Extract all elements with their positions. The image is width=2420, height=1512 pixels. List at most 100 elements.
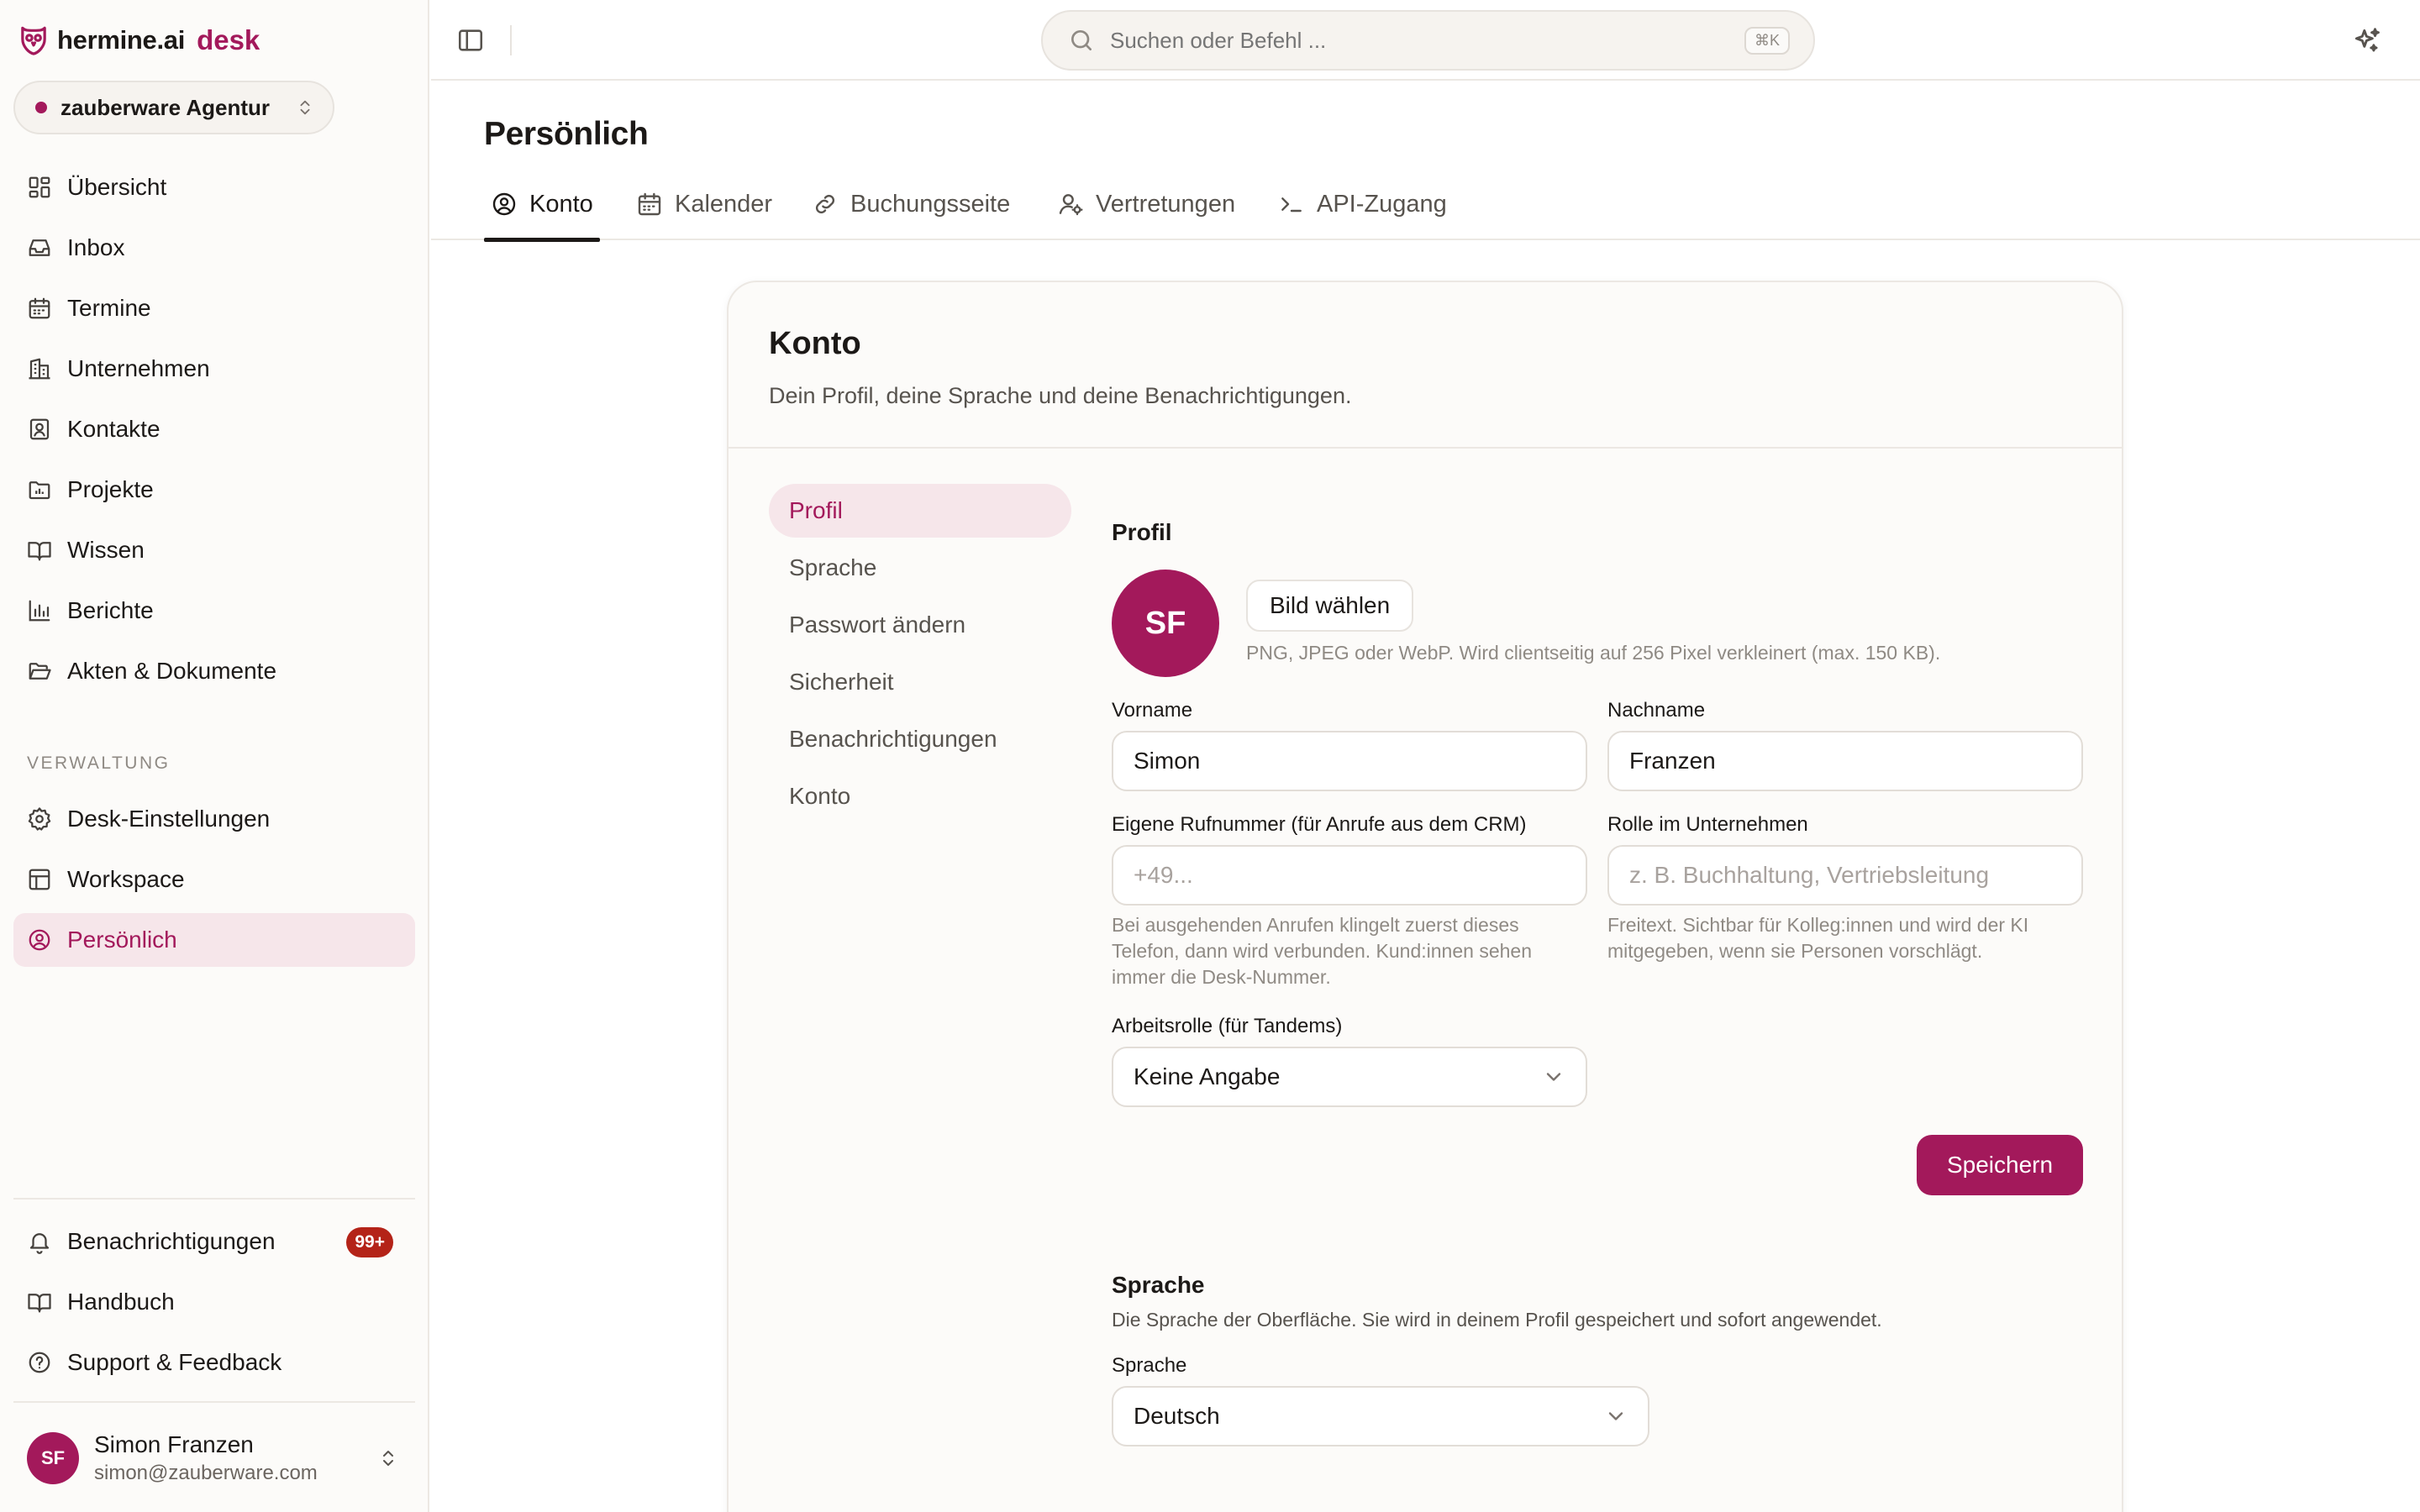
search-bar[interactable]: ⌘K bbox=[1041, 10, 1815, 71]
brand-product: desk bbox=[197, 24, 260, 55]
sidebar-item-inbox[interactable]: Inbox bbox=[13, 221, 415, 275]
folder-open-icon bbox=[29, 663, 51, 680]
org-name: zauberware Agentur bbox=[60, 94, 270, 120]
sidebar-item-berichte[interactable]: Berichte bbox=[13, 584, 415, 638]
sidebar-item-persoenlich[interactable]: Persönlich bbox=[13, 913, 415, 967]
link-icon bbox=[815, 194, 835, 214]
bell-icon bbox=[29, 1233, 50, 1254]
sidebar-item-workspace[interactable]: Workspace bbox=[13, 853, 415, 906]
tab-api-zugang[interactable]: API-Zugang bbox=[1271, 168, 1454, 240]
sidebar-item-uebersicht[interactable]: Übersicht bbox=[13, 160, 415, 214]
chevron-up-down-icon bbox=[300, 100, 310, 115]
gear-icon bbox=[28, 807, 51, 831]
phone-hint-line: Bei ausgehenden Anrufen klingelt zuerst … bbox=[1112, 914, 1519, 936]
sidebar-item-kontakte[interactable]: Kontakte bbox=[13, 402, 415, 456]
role-hint-line: mitgegeben, wenn sie Personen vorschlägt… bbox=[1607, 940, 1983, 962]
tab-kalender[interactable]: Kalender bbox=[629, 168, 779, 240]
chevron-down-icon bbox=[1546, 1073, 1561, 1081]
calendar-icon bbox=[638, 192, 661, 216]
contact-icon bbox=[29, 418, 50, 440]
card-divider bbox=[729, 447, 2122, 449]
sidebar-item-support-feedback[interactable]: Support & Feedback bbox=[13, 1336, 415, 1389]
sidebar-item-unternehmen[interactable]: Unternehmen bbox=[13, 342, 415, 396]
tab-bar: Konto Kalender Buchungsseite Vertretunge… bbox=[431, 168, 2420, 242]
search-input[interactable] bbox=[1110, 27, 1729, 54]
calendar-icon bbox=[29, 297, 50, 319]
user-menu[interactable]: SF Simon Franzen simon@zauberware.com bbox=[13, 1428, 415, 1488]
sidebar-item-handbuch[interactable]: Handbuch bbox=[13, 1275, 415, 1329]
role-label: Rolle im Unternehmen bbox=[1607, 813, 1808, 836]
terminal-icon bbox=[1281, 197, 1302, 213]
sidebar-item-label: Akten & Dokumente bbox=[67, 658, 277, 684]
sidebar-item-wissen[interactable]: Wissen bbox=[13, 523, 415, 577]
user-name: Simon Franzen bbox=[94, 1431, 254, 1457]
phone-field[interactable] bbox=[1112, 845, 1587, 906]
subnav-sprache[interactable]: Sprache bbox=[769, 541, 1071, 595]
subnav-benachrichtigungen[interactable]: Benachrichtigungen bbox=[769, 712, 1071, 766]
first-name-field[interactable] bbox=[1112, 731, 1587, 791]
subnav-konto[interactable]: Konto bbox=[769, 769, 1071, 823]
profile-heading: Profil bbox=[1112, 519, 1172, 545]
image-hint: PNG, JPEG oder WebP. Wird clientseitig a… bbox=[1246, 642, 1941, 664]
subnav-sicherheit[interactable]: Sicherheit bbox=[769, 655, 1071, 709]
subnav-passwort-aendern[interactable]: Passwort ändern bbox=[769, 598, 1071, 652]
topbar: ⌘K bbox=[431, 0, 2420, 81]
sidebar-item-label: Berichte bbox=[67, 597, 154, 623]
language-value: Deutsch bbox=[1134, 1403, 1220, 1429]
owl-logo-icon bbox=[21, 26, 46, 55]
ai-sparkle-icon[interactable] bbox=[2351, 25, 2383, 57]
tab-label: API-Zugang bbox=[1317, 190, 1447, 218]
sidebar-toggle-icon[interactable] bbox=[456, 26, 485, 55]
avatar: SF bbox=[27, 1432, 79, 1484]
save-button[interactable]: Speichern bbox=[1917, 1135, 2083, 1195]
user-email: simon@zauberware.com bbox=[94, 1462, 318, 1484]
user-circle-icon bbox=[492, 192, 516, 216]
sidebar-item-label: Benachrichtigungen bbox=[67, 1228, 276, 1254]
tab-konto[interactable]: Konto bbox=[484, 168, 600, 242]
logo[interactable]: hermine.ai desk bbox=[18, 24, 260, 57]
brand-name: hermine.ai bbox=[57, 25, 186, 55]
org-switcher[interactable]: zauberware Agentur bbox=[13, 81, 334, 134]
tab-vertretungen[interactable]: Vertretungen bbox=[1050, 168, 1242, 240]
phone-hint-line: immer die Desk-Nummer. bbox=[1112, 966, 1331, 988]
bar-chart-icon bbox=[29, 600, 50, 622]
sidebar-item-label: Wissen bbox=[67, 537, 145, 563]
language-description: Die Sprache der Oberfläche. Sie wird in … bbox=[1112, 1309, 1882, 1331]
card-title: Konto bbox=[769, 326, 861, 361]
search-icon bbox=[1071, 30, 1092, 50]
sidebar-item-label: Workspace bbox=[67, 866, 185, 892]
page-title: Persönlich bbox=[484, 116, 649, 152]
work-role-select[interactable]: Keine Angabe bbox=[1112, 1047, 1587, 1107]
inbox-icon bbox=[29, 239, 50, 256]
sidebar-item-desk-einstellungen[interactable]: Desk-Einstellungen bbox=[13, 792, 415, 846]
role-field[interactable] bbox=[1607, 845, 2083, 906]
admin-section-label: VERWALTUNG bbox=[27, 753, 171, 773]
tab-label: Konto bbox=[529, 190, 593, 218]
phone-hint-line: Telefon, dann wird verbunden. Kund:innen… bbox=[1112, 940, 1532, 962]
book-icon bbox=[28, 542, 51, 561]
last-name-field[interactable] bbox=[1607, 731, 2083, 791]
tab-buchungsseite[interactable]: Buchungsseite bbox=[805, 168, 1017, 240]
sidebar-item-label: Projekte bbox=[67, 476, 154, 502]
sidebar-item-akten-dokumente[interactable]: Akten & Dokumente bbox=[13, 644, 415, 698]
language-label: Sprache bbox=[1112, 1354, 1187, 1377]
last-name-label: Nachname bbox=[1607, 699, 1706, 722]
subnav-profil[interactable]: Profil bbox=[769, 484, 1071, 538]
building-icon bbox=[29, 358, 50, 380]
sidebar-item-projekte[interactable]: Projekte bbox=[13, 463, 415, 517]
folder-chart-icon bbox=[29, 481, 50, 500]
notification-count-badge: 99+ bbox=[346, 1227, 393, 1257]
user-circle-icon bbox=[29, 929, 50, 951]
sidebar-item-label: Inbox bbox=[67, 234, 125, 260]
choose-image-button[interactable]: Bild wählen bbox=[1246, 580, 1414, 632]
role-hint-line: Freitext. Sichtbar für Kolleg:innen und … bbox=[1607, 914, 2029, 936]
book-icon bbox=[28, 1294, 51, 1313]
language-select[interactable]: Deutsch bbox=[1112, 1386, 1649, 1446]
layout-icon bbox=[29, 869, 50, 890]
org-status-dot bbox=[35, 102, 47, 113]
profile-avatar: SF bbox=[1112, 570, 1219, 677]
phone-label: Eigene Rufnummer (für Anrufe aus dem CRM… bbox=[1112, 813, 1527, 836]
sidebar-item-termine[interactable]: Termine bbox=[13, 281, 415, 335]
sidebar-item-benachrichtigungen[interactable]: Benachrichtigungen 99+ bbox=[13, 1215, 415, 1268]
work-role-label: Arbeitsrolle (für Tandems) bbox=[1112, 1015, 1343, 1037]
